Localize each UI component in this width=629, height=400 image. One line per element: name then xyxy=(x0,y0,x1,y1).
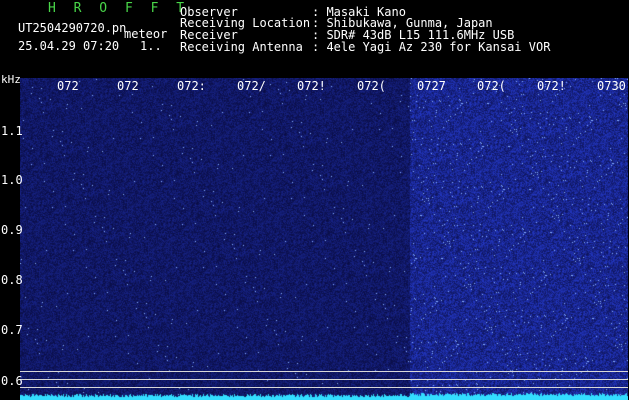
time-tick-label: 0727 xyxy=(417,79,446,93)
antenna-label: Receiving Antenna xyxy=(180,40,303,54)
spectrogram-plot xyxy=(20,78,628,400)
frequency-tick-label: 0.8 xyxy=(1,273,23,287)
time-tick-label: 072( xyxy=(477,79,506,93)
frequency-tick-label: 0.7 xyxy=(1,323,23,337)
time-tick-label: 072 xyxy=(117,79,139,93)
time-tick-label: 072( xyxy=(357,79,386,93)
time-tick-label: 072! xyxy=(537,79,566,93)
time-tick-label: 072: xyxy=(177,79,206,93)
hrofft-display: H R O F F T UT2504290720.pn meteor 25.04… xyxy=(0,0,629,400)
time-tick-label: 0730 xyxy=(597,79,626,93)
date-time: 25.04.29 07:20 xyxy=(18,39,120,53)
frequency-marker-line xyxy=(20,379,628,380)
frequency-tick-label: 1.1 xyxy=(1,124,23,138)
frequency-unit-label: kHz xyxy=(1,73,21,86)
frequency-marker-line xyxy=(20,387,628,388)
time-tick-label: 072 xyxy=(57,79,79,93)
file-name: UT2504290720.pn xyxy=(18,21,127,35)
antenna-value: : 4ele Yagi Az 230 for Kansai VOR xyxy=(312,40,551,54)
time-tick-label: 072! xyxy=(297,79,326,93)
frequency-tick-label: 0.9 xyxy=(1,223,23,237)
frequency-tick-label: 1.0 xyxy=(1,173,23,187)
frequency-tick-label: 0.6 xyxy=(1,374,23,388)
count-label: 1.. xyxy=(140,39,162,53)
app-logo: H R O F F T xyxy=(48,1,190,16)
time-tick-label: 072/ xyxy=(237,79,266,93)
frequency-marker-line xyxy=(20,371,628,372)
